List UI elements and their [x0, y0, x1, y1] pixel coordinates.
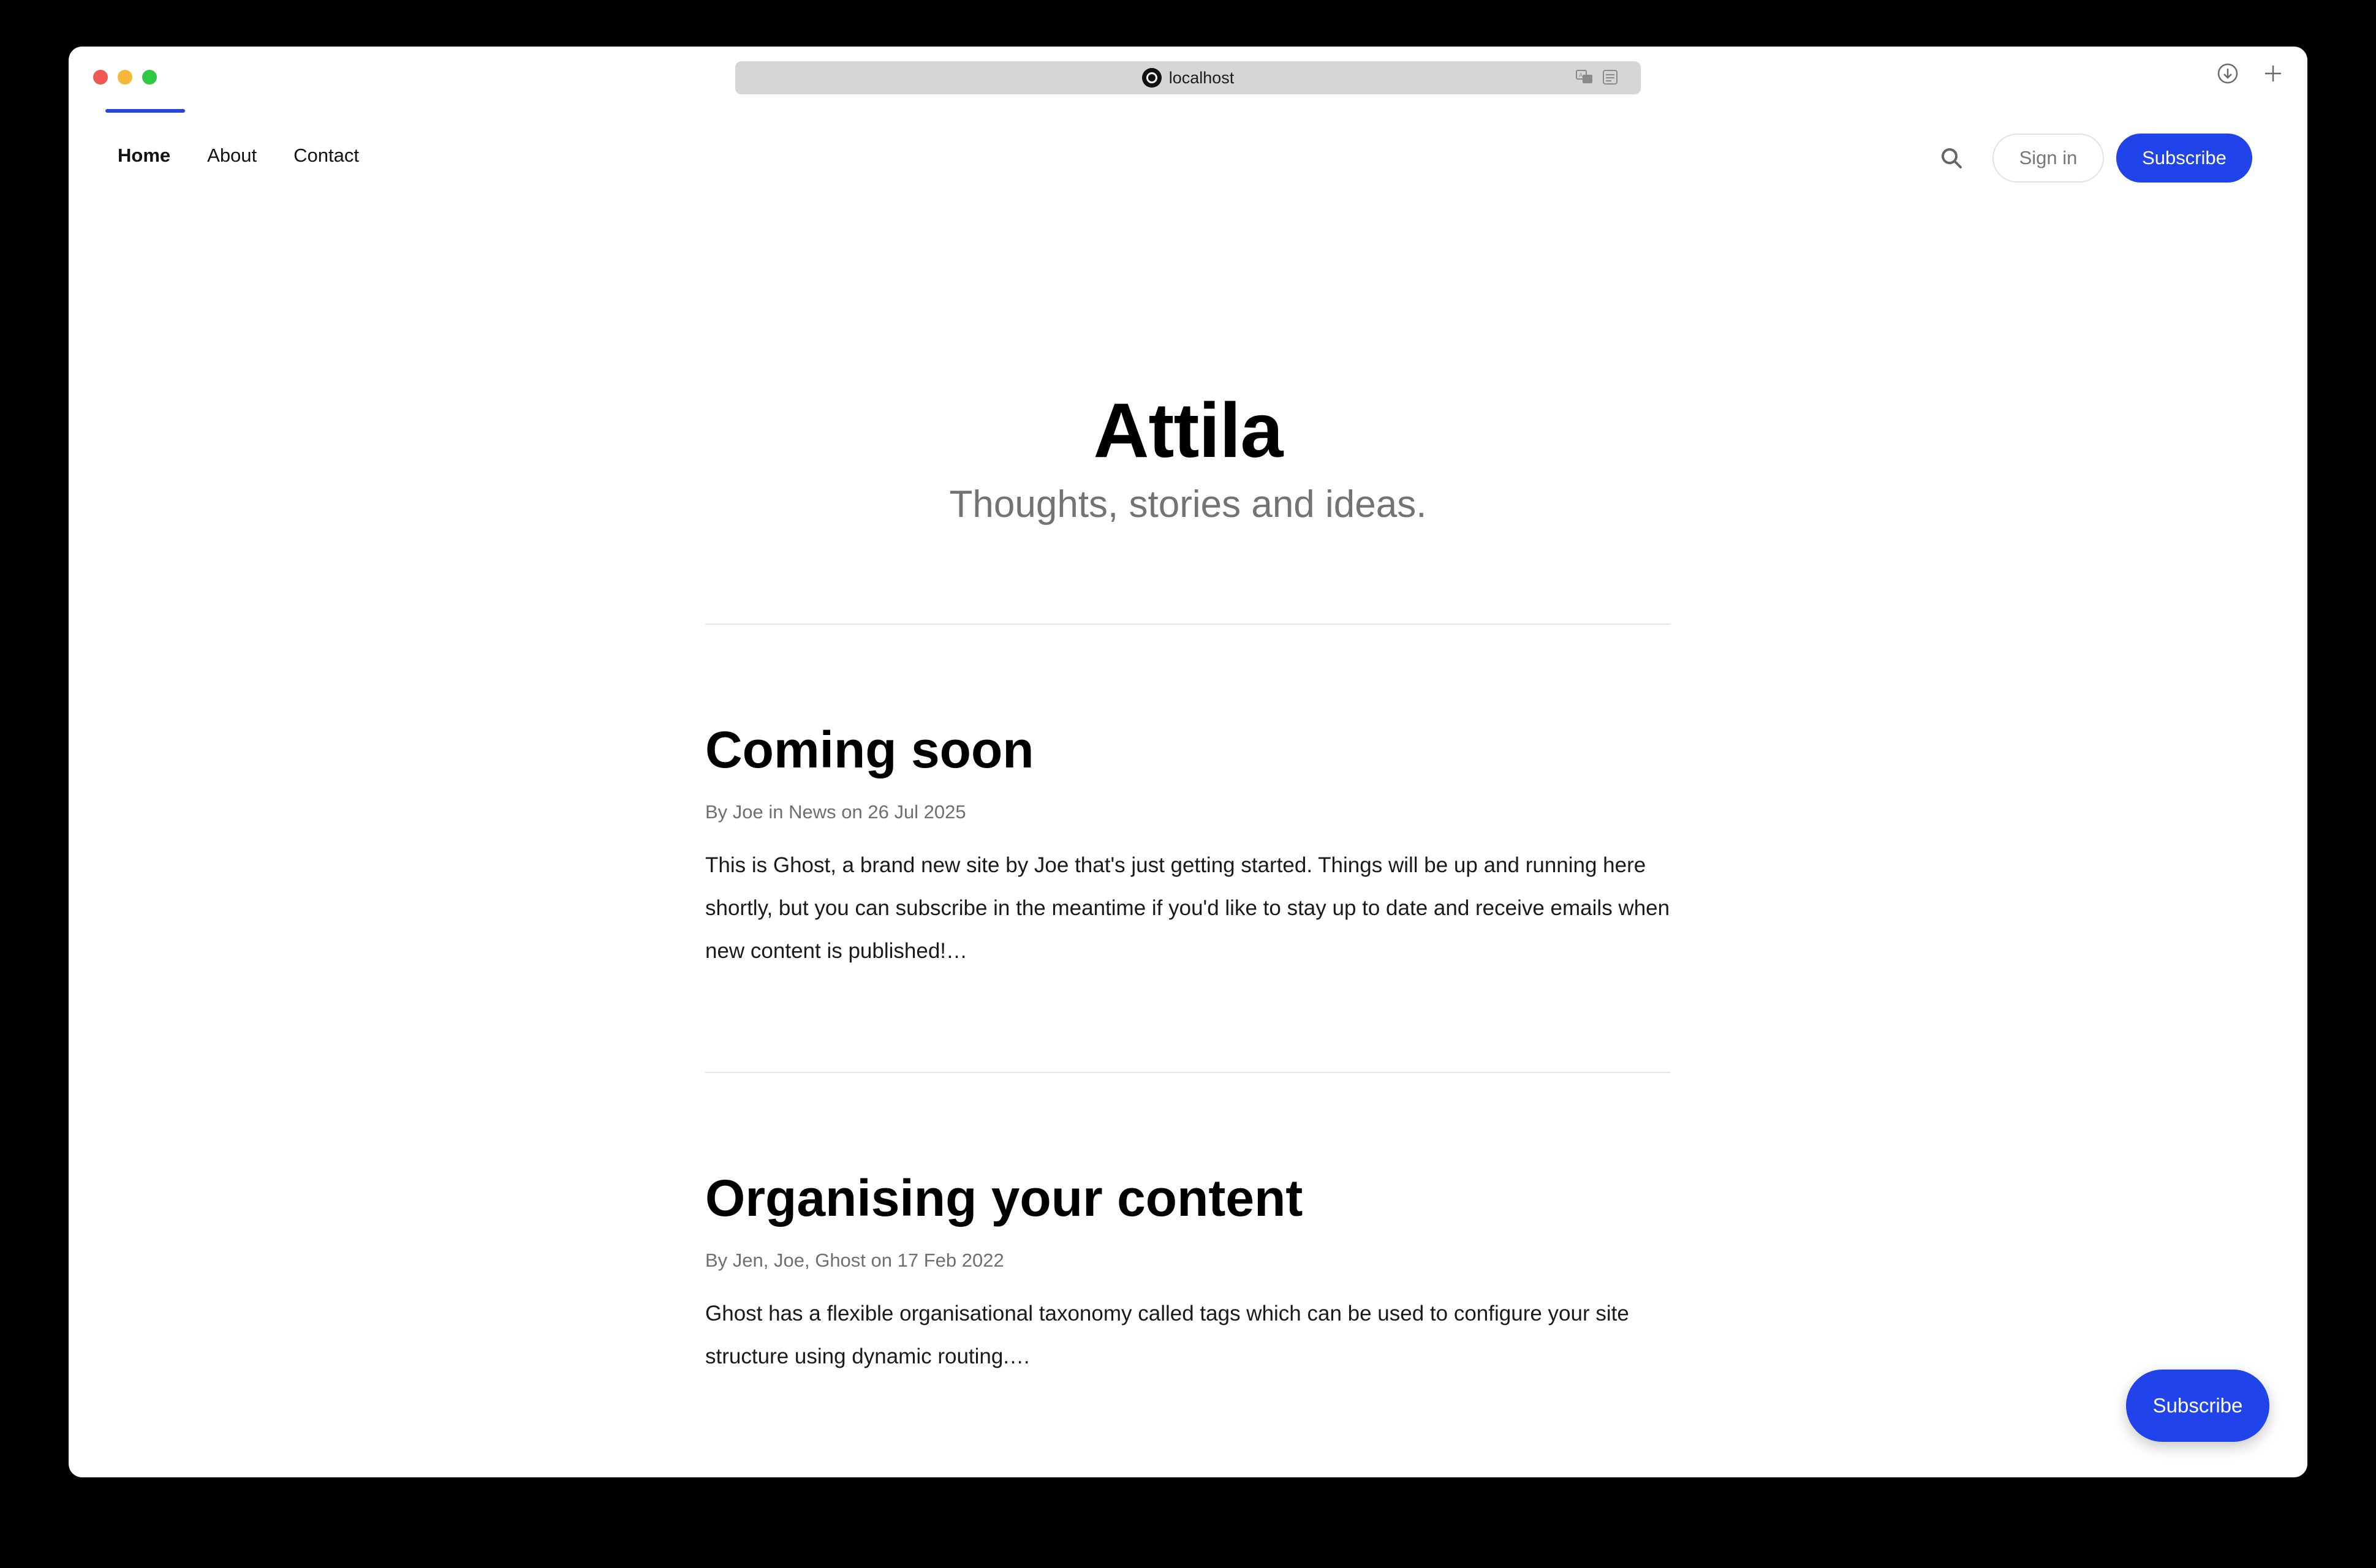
reader-icon[interactable]	[1602, 69, 1619, 85]
post-card: Organising your content By Jen, Joe, Gho…	[705, 1167, 1671, 1378]
close-window-button[interactable]	[93, 70, 108, 85]
nav-actions: Sign in Subscribe	[1936, 134, 2252, 183]
post-excerpt[interactable]: This is Ghost, a brand new site by Joe t…	[705, 844, 1671, 973]
divider	[705, 624, 1671, 625]
post-meta: By Joe in News on 26 Jul 2025	[705, 801, 966, 823]
post-title[interactable]: Organising your content	[705, 1167, 1671, 1229]
address-bar[interactable]: localhost A	[735, 61, 1641, 94]
search-icon[interactable]	[1936, 143, 1967, 173]
download-icon[interactable]	[2217, 62, 2239, 85]
site-title: Attila	[1093, 387, 1284, 473]
translate-icon[interactable]: A	[1576, 69, 1593, 85]
post-meta: By Jen, Joe, Ghost on 17 Feb 2022	[705, 1250, 1004, 1271]
site-description: Thoughts, stories and ideas.	[949, 483, 1427, 526]
site-nav: Home About Contact	[118, 142, 359, 169]
new-tab-icon[interactable]	[2262, 62, 2284, 85]
minimize-window-button[interactable]	[118, 70, 132, 85]
post-excerpt[interactable]: Ghost has a flexible organisational taxo…	[705, 1292, 1671, 1378]
floating-subscribe-button[interactable]: Subscribe	[2126, 1370, 2269, 1442]
sign-in-button[interactable]: Sign in	[1992, 134, 2104, 183]
address-url: localhost	[1168, 68, 1235, 87]
svg-text:A: A	[1579, 73, 1583, 79]
active-tab-indicator	[105, 109, 185, 113]
nav-item-about[interactable]: About	[207, 142, 257, 169]
site-icon	[1141, 68, 1162, 88]
divider	[705, 1072, 1671, 1073]
zoom-window-button[interactable]	[142, 70, 157, 85]
nav-item-contact[interactable]: Contact	[293, 142, 359, 169]
post-title[interactable]: Coming soon	[705, 719, 1671, 780]
window-controls	[93, 70, 157, 85]
post-card: Coming soon By Joe in News on 26 Jul 202…	[705, 719, 1671, 973]
browser-toolbar-right	[2217, 62, 2284, 85]
nav-item-home[interactable]: Home	[118, 142, 170, 169]
browser-window: localhost A Home About Contact Sign in S…	[69, 47, 2307, 1477]
subscribe-button[interactable]: Subscribe	[2116, 134, 2252, 183]
